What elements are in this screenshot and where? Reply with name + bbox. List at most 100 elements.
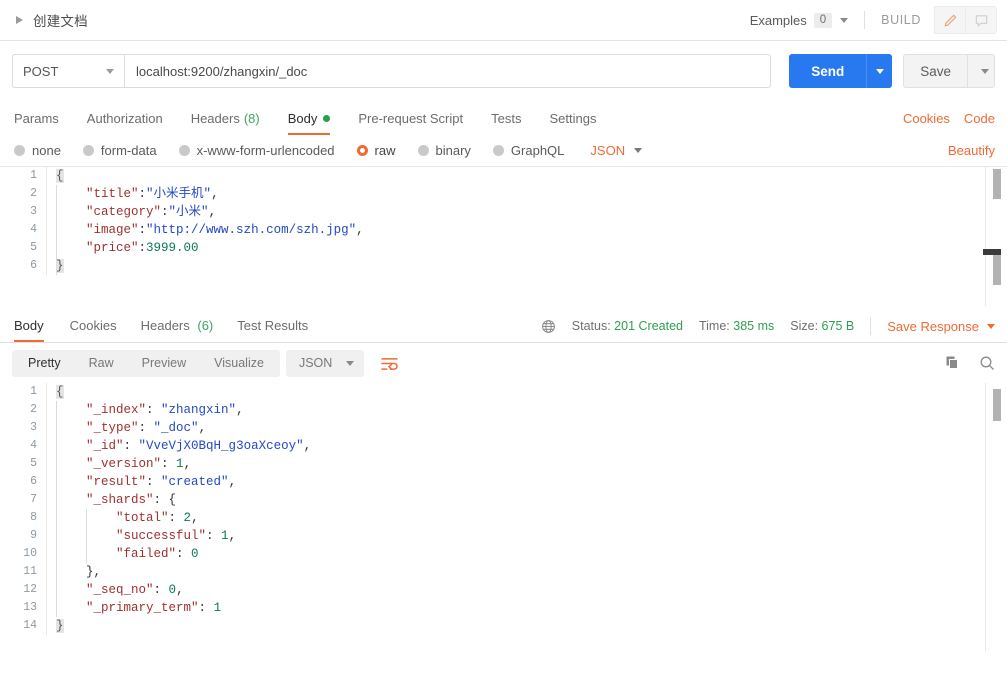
line-number: 12	[23, 583, 37, 596]
examples-chevron-down-icon[interactable]	[840, 17, 849, 23]
save-button-group: Save	[903, 54, 995, 88]
tab-label: Settings	[549, 111, 597, 126]
code-line-text: "image":"http://www.szh.com/szh.jpg",	[46, 221, 1007, 239]
response-tab-cookies[interactable]: Cookies	[58, 318, 129, 342]
chevron-down-icon	[346, 360, 355, 366]
code-line-text: "_version": 1,	[46, 455, 1007, 473]
chevron-down-icon	[987, 323, 995, 329]
view-mode-visualize[interactable]: Visualize	[200, 350, 278, 377]
response-body-editor[interactable]: 1{2 "_index": "zhangxin", 3 "_type": "_do…	[0, 383, 1007, 635]
comment-icon[interactable]	[965, 6, 997, 34]
code-line: 6}	[0, 257, 1007, 275]
tab-headers[interactable]: Headers (8)	[177, 111, 274, 135]
request-body-editor[interactable]: 1{2 "title":"小米手机", 3 "category":"小米", 4 "…	[0, 167, 1007, 307]
indent-guide	[56, 401, 57, 617]
tab-params[interactable]: Params	[12, 111, 73, 135]
line-number: 1	[30, 385, 37, 398]
response-editor-vertical-scrollbar[interactable]	[993, 389, 1001, 421]
chevron-down-icon	[875, 68, 884, 74]
build-label: BUILD	[881, 13, 921, 27]
code-link[interactable]: Code	[964, 111, 995, 126]
response-tab-body[interactable]: Body	[12, 318, 58, 342]
examples-count-badge: 0	[813, 12, 833, 28]
body-type-x-www-form-urlencoded[interactable]: x-www-form-urlencoded	[178, 143, 335, 158]
response-tab-test-results[interactable]: Test Results	[225, 318, 320, 342]
tab-body[interactable]: Body	[274, 111, 345, 135]
send-options-button[interactable]	[866, 54, 893, 88]
tab-pre-request-script[interactable]: Pre-request Script	[344, 111, 477, 135]
code-line-text: "category":"小米",	[46, 203, 1007, 221]
tab-label: Body	[287, 111, 318, 126]
radio-icon-selected	[356, 145, 368, 156]
tab-label: Tests	[491, 111, 522, 126]
line-number: 8	[30, 511, 37, 524]
editor-right-rule	[985, 167, 986, 306]
code-line: 4 "image":"http://www.szh.com/szh.jpg",	[0, 221, 1007, 239]
postman-window: 创建文档 Examples 0 BUILD POST localhost:920…	[0, 0, 1007, 689]
line-number: 3	[30, 205, 37, 218]
save-options-button[interactable]	[967, 54, 995, 88]
line-number: 5	[30, 457, 37, 470]
request-editor-vertical-scrollbar[interactable]	[993, 169, 1001, 199]
code-line: 2 "_index": "zhangxin",	[0, 401, 1007, 419]
response-format-value: JSON	[298, 356, 333, 370]
code-line-text: "successful": 1,	[46, 527, 1007, 545]
response-format-select[interactable]: JSON	[285, 349, 365, 377]
code-line-text: "result": "created",	[46, 473, 1007, 491]
url-input[interactable]	[124, 54, 772, 88]
line-number: 2	[30, 187, 37, 200]
headers-count: (8)	[243, 111, 260, 126]
pencil-icon[interactable]	[934, 6, 966, 34]
body-type-none[interactable]: none	[14, 143, 61, 158]
view-mode-pretty[interactable]: Pretty	[14, 350, 75, 377]
radio-icon	[417, 145, 429, 156]
time-value: 385 ms	[733, 319, 775, 333]
body-type-raw[interactable]: raw	[356, 143, 396, 158]
view-mode-preview[interactable]: Preview	[128, 350, 200, 377]
size-item: Size: 675 B	[790, 319, 854, 333]
status-item: Status: 201 Created	[572, 319, 683, 333]
line-number: 11	[23, 565, 37, 578]
code-line: 2 "title":"小米手机",	[0, 185, 1007, 203]
cookies-link[interactable]: Cookies	[903, 111, 950, 126]
tab-settings[interactable]: Settings	[535, 111, 610, 135]
save-button[interactable]: Save	[903, 54, 967, 88]
beautify-link[interactable]: Beautify	[948, 143, 995, 158]
radio-label: form-data	[100, 143, 157, 158]
send-button[interactable]: Send	[789, 54, 867, 88]
time-item: Time: 385 ms	[699, 319, 774, 333]
tab-label: Cookies	[69, 318, 117, 333]
body-type-binary[interactable]: binary	[417, 143, 471, 158]
tab-tests[interactable]: Tests	[477, 111, 535, 135]
request-editor-horizontal-scrollbar[interactable]	[983, 249, 1001, 255]
line-number: 4	[30, 223, 37, 236]
request-body-editor-container: 1{2 "title":"小米手机", 3 "category":"小米", 4 "…	[0, 167, 1007, 307]
code-line-text: }	[46, 617, 1007, 635]
tab-label: Params	[14, 111, 59, 126]
copy-icon[interactable]	[945, 355, 961, 371]
http-method-value: POST	[23, 63, 59, 79]
save-response-button[interactable]: Save Response	[887, 319, 995, 334]
line-number: 14	[23, 619, 37, 632]
tab-label: Test Results	[237, 318, 309, 333]
search-icon[interactable]	[979, 355, 995, 371]
tab-label: Headers	[190, 111, 240, 126]
view-mode-raw[interactable]: Raw	[75, 350, 128, 377]
code-line: 8 "total": 2,	[0, 509, 1007, 527]
divider	[864, 11, 866, 29]
chevron-down-icon	[981, 68, 989, 74]
code-line: 12 "_seq_no": 0,	[0, 581, 1007, 599]
body-type-graphql[interactable]: GraphQL	[492, 143, 564, 158]
tab-authorization[interactable]: Authorization	[73, 111, 177, 135]
tab-label: Pre-request Script	[358, 111, 464, 126]
line-number: 6	[30, 259, 37, 272]
response-format-bar: Pretty Raw Preview Visualize JSON	[0, 343, 1007, 383]
word-wrap-icon[interactable]	[374, 350, 404, 377]
body-type-form-data[interactable]: form-data	[82, 143, 157, 158]
response-tab-headers[interactable]: Headers (6)	[129, 318, 226, 342]
code-line-text: "_primary_term": 1	[46, 599, 1007, 617]
line-number: 6	[30, 475, 37, 488]
http-method-select[interactable]: POST	[12, 54, 124, 88]
request-editor-vertical-scrollbar-secondary[interactable]	[993, 255, 1001, 285]
raw-format-select[interactable]: JSON	[590, 143, 643, 158]
